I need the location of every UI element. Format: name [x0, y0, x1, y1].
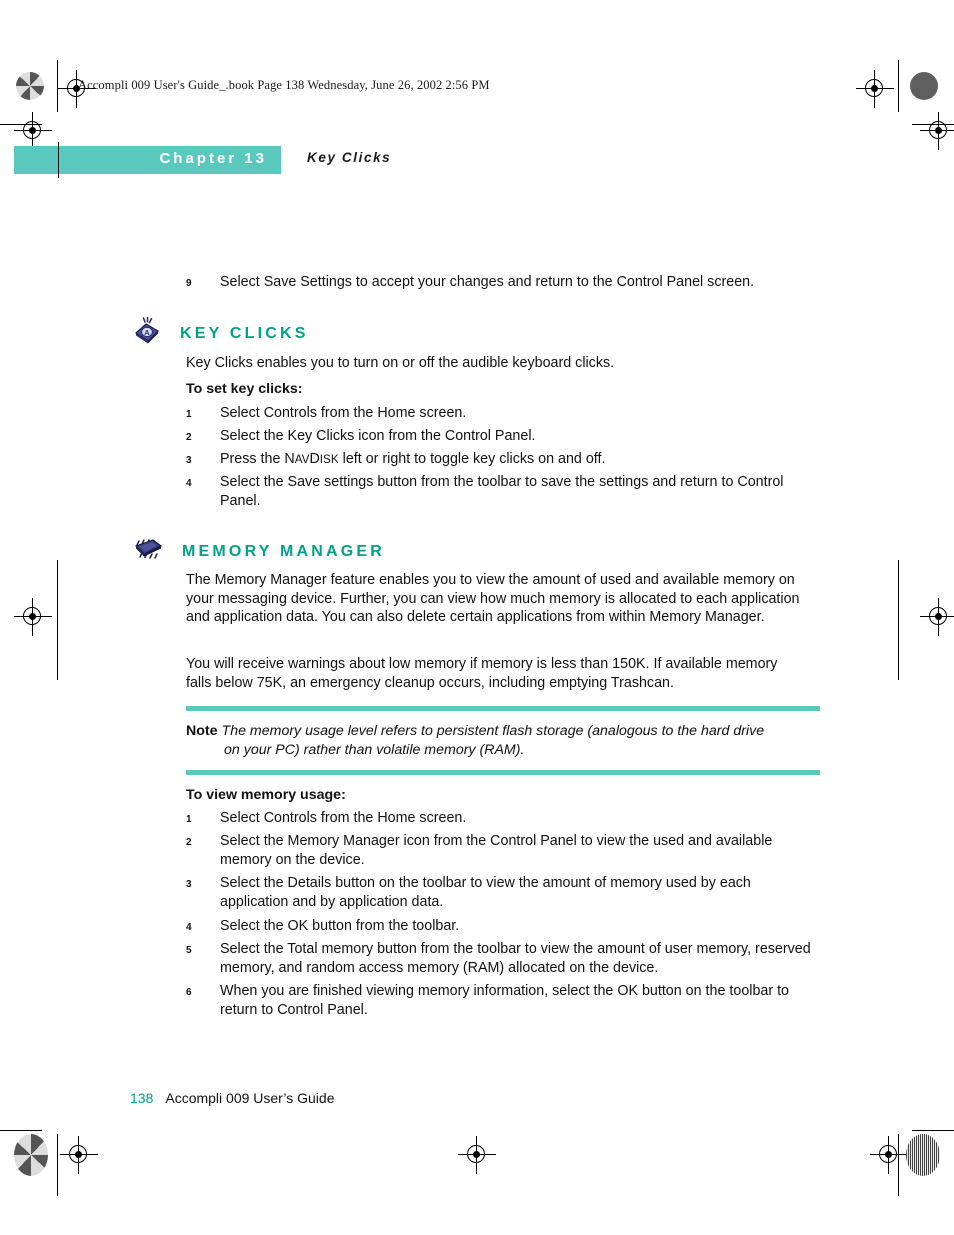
memory-manager-paragraph-1: The Memory Manager feature enables you t…: [186, 572, 800, 626]
key-cap-icon: A: [132, 316, 162, 351]
note-text-line-1: The memory usage level refers to persist…: [221, 723, 765, 739]
halftone-dot-bottom-right: [906, 1134, 940, 1176]
memory-step-4: 4 Select the OK button from the toolbar.: [186, 917, 826, 936]
file-info-line: Accompli 009 User's Guide_.book Page 138…: [78, 78, 490, 92]
section-heading-key-clicks: A KEY CLICKS: [132, 316, 309, 351]
key-clicks-step-2: 2 Select the Key Clicks icon from the Co…: [186, 427, 826, 446]
footer-page-number: 138: [130, 1090, 154, 1106]
key-clicks-step-1: 1 Select Controls from the Home screen.: [186, 404, 826, 423]
banner-vertical-rule: [58, 142, 59, 178]
memory-step-5: 5 Select the Total memory button from th…: [186, 940, 818, 977]
halftone-dot-top-left: [16, 72, 44, 100]
registration-mark-left-middle: [14, 598, 52, 636]
step-number: 4: [186, 922, 192, 933]
section-heading-memory-manager: MEMORY MANAGER: [132, 536, 385, 567]
registration-mark-bottom-left: [60, 1136, 98, 1174]
note-text-line-2: on your PC) rather than volatile memory …: [224, 741, 525, 758]
key-clicks-subhead: To set key clicks:: [186, 381, 303, 397]
registration-mark-left-upper: [14, 112, 52, 150]
section-title: MEMORY MANAGER: [182, 542, 386, 560]
trim-line-bottom-right-vertical: [898, 1134, 899, 1196]
key-clicks-step-4: 4 Select the Save settings button from t…: [186, 473, 820, 510]
step-text: Select Save Settings to accept your chan…: [220, 274, 755, 290]
chapter-banner: Chapter 13: [14, 142, 281, 178]
note-rule-bottom: [186, 770, 820, 776]
registration-mark-bottom-center: [458, 1136, 496, 1174]
step-text: Select the Key Clicks icon from the Cont…: [220, 428, 536, 444]
registration-mark-right-upper: [920, 112, 954, 150]
step-text: Select the Details button on the toolbar…: [220, 875, 751, 910]
step-number: 3: [186, 455, 192, 466]
step-number: 4: [186, 478, 192, 489]
key-clicks-step-3: 3 Press the NAVDISK left or right to tog…: [186, 450, 826, 470]
carryover-step: 9 Select Save Settings to accept your ch…: [186, 273, 826, 292]
halftone-dot-top-right: [910, 72, 938, 100]
step-number: 1: [186, 409, 192, 420]
trim-line-top-right-vertical: [898, 60, 899, 112]
memory-chip-icon: [132, 536, 164, 567]
step-number: 3: [186, 879, 192, 890]
trim-line-top-left-vertical: [57, 60, 58, 112]
chapter-topic: Key Clicks: [307, 150, 392, 165]
document-page: Accompli 009 User's Guide_.book Page 138…: [0, 0, 954, 1235]
step-number: 9: [186, 278, 192, 289]
memory-step-6: 6 When you are finished viewing memory i…: [186, 982, 823, 1019]
memory-step-1: 1 Select Controls from the Home screen.: [186, 809, 826, 828]
trim-line-lower-left-horizontal: [0, 1130, 42, 1131]
step-number: 6: [186, 987, 192, 998]
trim-line-right-middle: [898, 560, 899, 680]
trim-line-left-middle: [57, 560, 58, 680]
step-number: 2: [186, 837, 192, 848]
footer-guide-title: Accompli 009 User’s Guide: [165, 1090, 335, 1106]
step-text: Select Controls from the Home screen.: [220, 810, 467, 826]
step-text: Select the Memory Manager icon from the …: [220, 833, 773, 868]
chapter-label: Chapter 13: [159, 150, 267, 167]
trim-line-bottom-left-vertical: [57, 1134, 58, 1196]
memory-manager-paragraph-2: You will receive warnings about low memo…: [186, 656, 778, 691]
note-body: Note The memory usage level refers to per…: [186, 711, 820, 770]
svg-text:A: A: [144, 328, 150, 337]
step-text: Select the Save settings button from the…: [220, 474, 784, 509]
registration-mark-right-middle: [920, 598, 954, 636]
note-block: Note The memory usage level refers to per…: [186, 706, 820, 776]
memory-usage-subhead: To view memory usage:: [186, 787, 346, 803]
section-title: KEY CLICKS: [180, 324, 309, 342]
memory-step-3: 3 Select the Details button on the toolb…: [186, 874, 814, 911]
step-text: Select Controls from the Home screen.: [220, 405, 467, 421]
memory-step-2: 2 Select the Memory Manager icon from th…: [186, 832, 823, 869]
step-text: Press the NAVDISK left or right to toggl…: [220, 451, 606, 467]
registration-mark-top-right: [856, 70, 894, 108]
step-text: Select the Total memory button from the …: [220, 941, 811, 976]
step-text: Select the OK button from the toolbar.: [220, 918, 460, 934]
step-number: 5: [186, 945, 192, 956]
step-number: 1: [186, 814, 192, 825]
step-number: 2: [186, 432, 192, 443]
page-footer: 138 Accompli 009 User’s Guide: [130, 1090, 334, 1106]
step-text: When you are finished viewing memory inf…: [220, 983, 789, 1018]
halftone-dot-bottom-left: [14, 1134, 48, 1176]
note-label: Note: [186, 723, 218, 739]
trim-line-lower-right-horizontal: [912, 1130, 954, 1131]
key-clicks-intro: Key Clicks enables you to turn on or off…: [186, 355, 615, 371]
registration-mark-bottom-right: [870, 1136, 908, 1174]
